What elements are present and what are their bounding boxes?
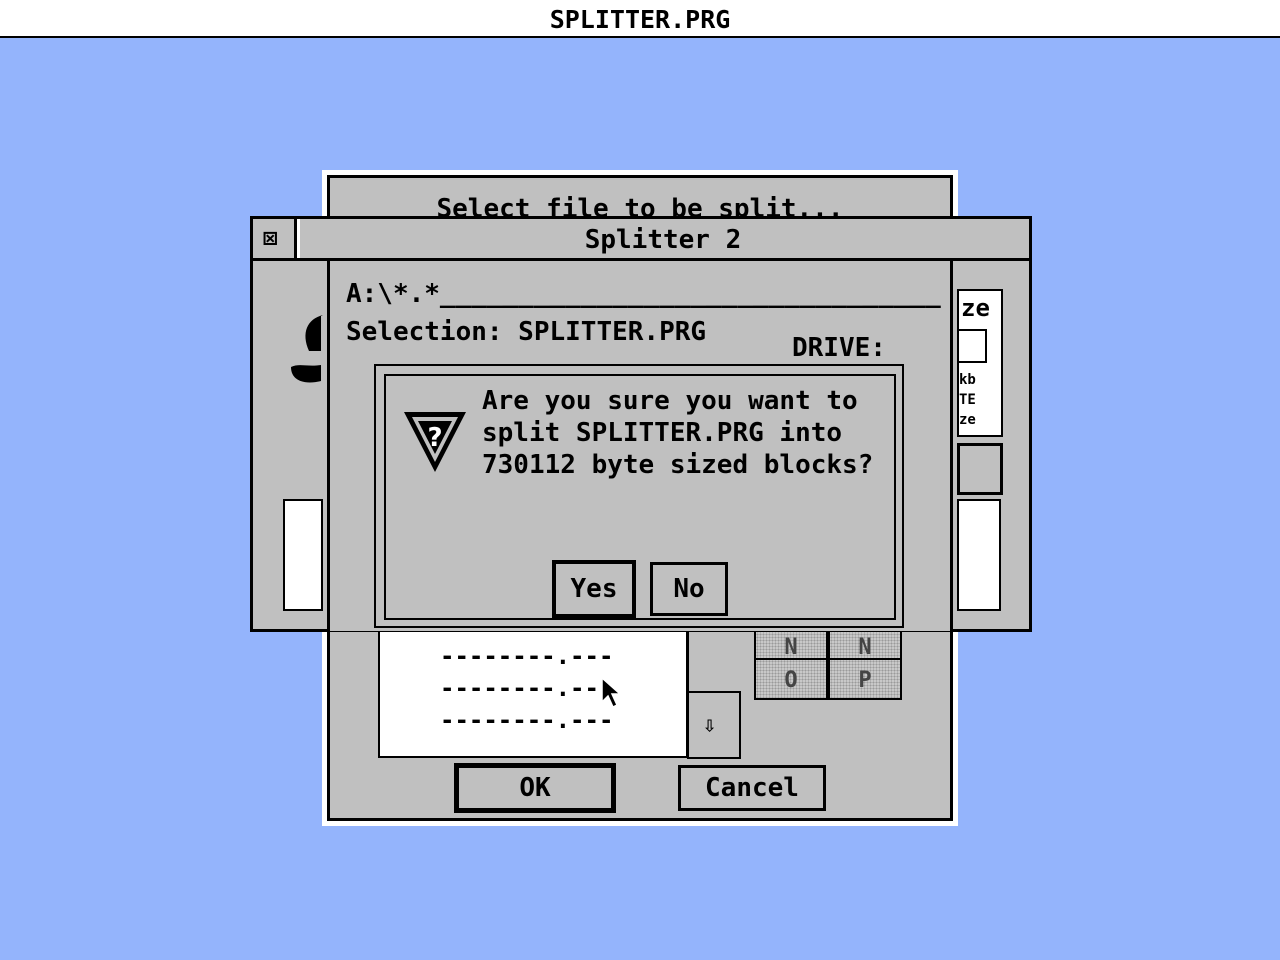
- size-fragment-label: TE: [959, 392, 976, 408]
- path-field[interactable]: A:\*.*________________________________: [346, 281, 941, 307]
- arrow-down-icon: ⇩: [703, 713, 717, 738]
- size-panel-label: ze: [961, 294, 990, 322]
- cancel-button[interactable]: Cancel: [678, 765, 826, 811]
- left-pane: [283, 499, 323, 611]
- file-list-item[interactable]: --------.---: [440, 674, 613, 702]
- window-title-bar[interactable]: Splitter 2: [297, 219, 1029, 261]
- drive-button-o[interactable]: O: [754, 658, 828, 700]
- size-panel: ze kb TE ze: [957, 289, 1003, 437]
- window-close-box[interactable]: ⊠: [253, 219, 297, 261]
- alert-line: Are you sure you want to: [482, 386, 858, 416]
- ok-button-label: OK: [519, 773, 551, 803]
- cancel-button-label: Cancel: [705, 773, 799, 803]
- file-list-item[interactable]: --------.---: [440, 642, 613, 670]
- close-icon: ⊠: [263, 224, 278, 252]
- drive-letter: N: [784, 635, 798, 660]
- drive-button-p[interactable]: P: [828, 658, 902, 700]
- no-button[interactable]: No: [650, 562, 728, 616]
- svg-text:?: ?: [427, 423, 442, 453]
- confirm-alert: ? Are you sure you want to split SPLITTE…: [384, 374, 896, 620]
- size-unit-label: kb: [959, 372, 976, 388]
- selection-field[interactable]: Selection: SPLITTER.PRG: [346, 319, 706, 345]
- question-icon: ?: [400, 406, 470, 476]
- ok-button[interactable]: OK: [454, 763, 616, 813]
- split-action-button[interactable]: [957, 443, 1003, 495]
- right-pane: [957, 499, 1001, 611]
- size-arrow-button[interactable]: [959, 329, 987, 363]
- drive-label: DRIVE:: [792, 333, 886, 363]
- yes-button-label: Yes: [570, 574, 618, 604]
- mouse-pointer-icon: [600, 676, 624, 710]
- size-fragment-label: ze: [959, 412, 976, 428]
- drive-letter: N: [858, 635, 872, 660]
- drive-letter: P: [858, 668, 872, 693]
- menu-bar: SPLITTER.PRG: [0, 0, 1280, 38]
- file-list-item[interactable]: --------.---: [440, 706, 613, 734]
- no-button-label: No: [673, 574, 705, 604]
- drive-letter: O: [784, 668, 798, 693]
- window-title: Splitter 2: [584, 225, 742, 255]
- alert-line: split SPLITTER.PRG into: [482, 418, 843, 448]
- program-title: SPLITTER.PRG: [549, 5, 731, 34]
- scroll-down-button[interactable]: ⇩: [687, 691, 741, 759]
- alert-line: 730112 byte sized blocks?: [482, 450, 874, 480]
- logo-graphic: [287, 307, 327, 407]
- yes-button[interactable]: Yes: [552, 560, 636, 618]
